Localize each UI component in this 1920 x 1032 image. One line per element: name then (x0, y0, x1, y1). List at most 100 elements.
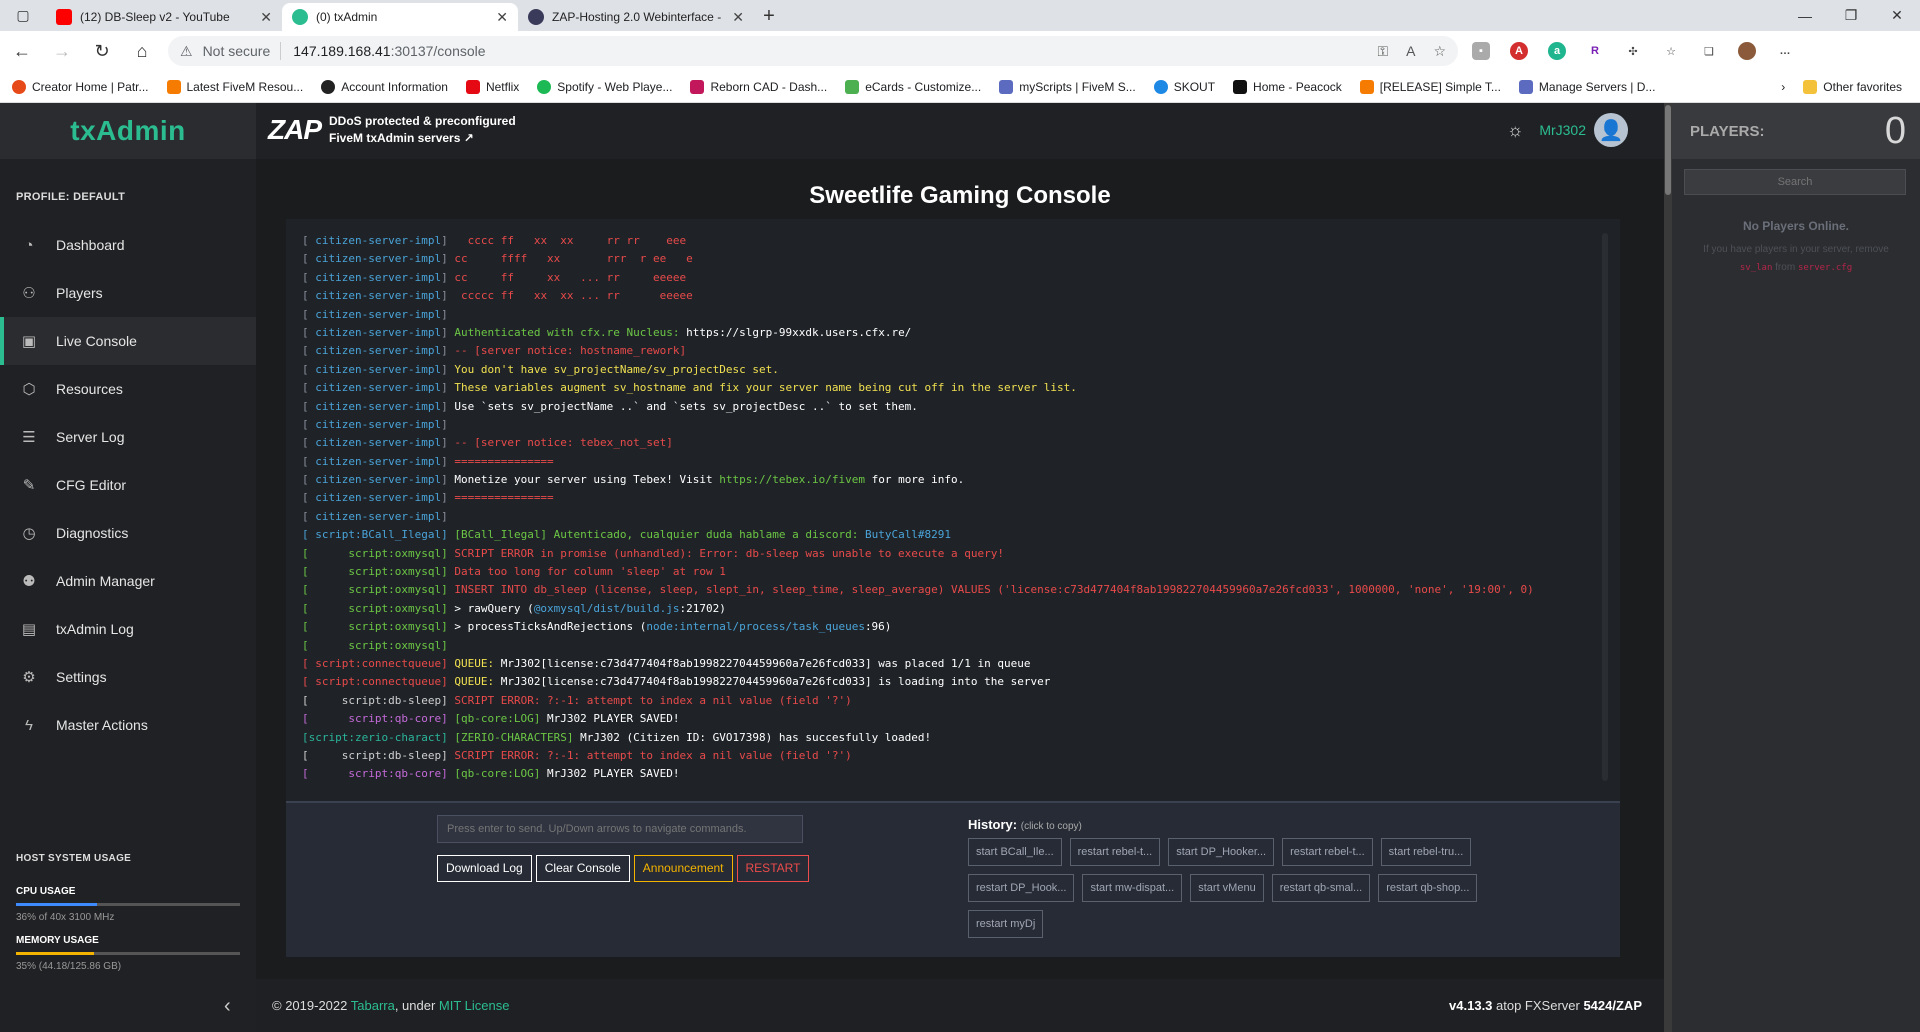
close-tab-icon[interactable]: ✕ (260, 9, 272, 26)
minimize-icon[interactable]: — (1782, 0, 1828, 31)
sidebar-item-txadmin-log[interactable]: ▤ txAdmin Log (0, 605, 256, 653)
author-link[interactable]: Tabarra (351, 998, 395, 1013)
zap-icon (528, 9, 544, 25)
sidebar-item-server-log[interactable]: ☰ Server Log (0, 413, 256, 461)
console-segment: script:qb-core (348, 712, 442, 726)
back-icon[interactable]: ← (4, 35, 40, 67)
txadmin-logo[interactable]: txAdmin (0, 103, 256, 159)
sidebar-item-dashboard[interactable]: ◔ Dashboard (0, 221, 256, 269)
close-tab-icon[interactable]: ✕ (732, 9, 744, 26)
collapse-sidebar-icon[interactable]: ‹ (224, 995, 231, 1018)
history-item[interactable]: start mw-dispat... (1082, 874, 1183, 902)
bookmark[interactable]: Manage Servers | D... (1518, 79, 1655, 94)
extension-r-icon[interactable]: R (1586, 42, 1604, 60)
other-favorites[interactable]: Other favorites (1803, 79, 1902, 94)
sidebar-item-cfg-editor[interactable]: ✎ CFG Editor (0, 461, 256, 509)
favorites-icon[interactable]: ☆ (1662, 42, 1680, 60)
reload-icon[interactable]: ↻ (84, 35, 120, 67)
restart-button[interactable]: RESTART (736, 855, 810, 882)
history-item[interactable]: start DP_Hooker... (1168, 838, 1275, 866)
key-icon[interactable]: ⚿ (1377, 43, 1388, 60)
tab-zap-hosting[interactable]: ZAP-Hosting 2.0 Webinterface - ✕ (518, 3, 754, 31)
sidebar-item-admin-manager[interactable]: ⚉ Admin Manager (0, 557, 256, 605)
console-segment: citizen-server-impl (315, 252, 442, 266)
players-count: 0 (1884, 109, 1906, 152)
url-input[interactable]: ⚠ Not secure 147.189.168.41 :30137/conso… (168, 36, 1458, 66)
close-tab-icon[interactable]: ✕ (496, 9, 508, 26)
tab-actions-icon[interactable]: ▢ (0, 0, 46, 31)
download-log-button[interactable]: Download Log (437, 855, 532, 882)
console-segment: [ (302, 417, 316, 431)
sidebar-item-diagnostics[interactable]: ◷ Diagnostics (0, 509, 256, 557)
console-segment: citizen-server-impl (315, 473, 442, 487)
sidebar-item-resources[interactable]: ⬡ Resources (0, 365, 256, 413)
bookmark[interactable]: Creator Home | Patr... (12, 79, 149, 94)
console-segment: citizen-server-impl (315, 325, 442, 339)
extension-icon[interactable]: ▪ (1472, 42, 1490, 60)
sidebar-item-master-actions[interactable]: ϟ Master Actions (0, 701, 256, 749)
history-item[interactable]: start rebel-tru... (1380, 838, 1472, 866)
profile-avatar-icon[interactable] (1738, 42, 1756, 60)
bookmark[interactable]: myScripts | FiveM S... (999, 79, 1136, 94)
more-icon[interactable]: … (1776, 42, 1794, 60)
bookmark[interactable]: Netflix (465, 79, 519, 94)
console-line: [ citizen-server-impl] cccc ff xx xx rr … (302, 232, 1592, 250)
extensions-puzzle-icon[interactable]: ✣ (1624, 42, 1642, 60)
home-icon[interactable]: ⌂ (124, 35, 160, 67)
tab-txadmin[interactable]: (0) txAdmin ✕ (282, 3, 518, 31)
restore-icon[interactable]: ❐ (1828, 0, 1874, 31)
log-icon: ▤ (21, 621, 37, 638)
bookmark[interactable]: Home - Peacock (1233, 79, 1342, 94)
collections-icon[interactable]: ❏ (1700, 42, 1718, 60)
scrollbar-thumb[interactable] (1665, 105, 1671, 195)
console-segment: [ (302, 344, 316, 358)
avatar[interactable]: 👤 (1594, 113, 1628, 147)
sidebar-item-players[interactable]: ⚇ Players (0, 269, 256, 317)
username[interactable]: MrJ302 (1539, 122, 1586, 138)
tab-youtube[interactable]: (12) DB-Sleep v2 - YouTube ✕ (46, 3, 282, 31)
chevron-right-icon[interactable]: › (1781, 80, 1785, 94)
console-segment: ] (441, 546, 455, 560)
extension-a-icon[interactable]: a (1548, 42, 1566, 60)
console-segment: MrJ302[license:c73d477404f8ab19982270445… (500, 656, 1031, 670)
console-scrollbar[interactable] (1602, 233, 1608, 781)
adblock-icon[interactable]: A (1510, 42, 1528, 60)
command-input[interactable] (437, 815, 803, 843)
cpu-usage-fill (16, 903, 97, 906)
announcement-button[interactable]: Announcement (633, 855, 733, 882)
console-segment: MrJ302 (Citizen ID: GVO17398) has succes… (580, 730, 932, 744)
player-search-input[interactable] (1684, 169, 1906, 195)
bookmark[interactable]: SKOUT (1153, 79, 1215, 94)
history-item[interactable]: restart qb-shop... (1378, 874, 1478, 902)
clear-console-button[interactable]: Clear Console (535, 855, 630, 882)
history-item[interactable]: restart myDj (968, 910, 1044, 938)
bookmark[interactable]: [RELEASE] Simple T... (1359, 79, 1501, 94)
console-segment: citizen-server-impl (315, 234, 442, 247)
sidebar-item-live-console[interactable]: ▣ Live Console (0, 317, 256, 365)
bookmark[interactable]: Account Information (321, 79, 448, 94)
console-segment: ] (441, 583, 455, 597)
close-window-icon[interactable]: ✕ (1874, 0, 1920, 31)
console-output[interactable]: [ citizen-server-impl] cccc ff xx xx rr … (286, 219, 1620, 801)
history-item[interactable]: restart rebel-t... (1069, 838, 1161, 866)
read-aloud-icon[interactable]: A (1406, 43, 1415, 60)
bookmark[interactable]: Reborn CAD - Dash... (690, 79, 827, 94)
sidebar-item-settings[interactable]: ⚙ Settings (0, 653, 256, 701)
license-link[interactable]: MIT License (439, 998, 510, 1013)
page-scrollbar[interactable] (1664, 103, 1672, 1032)
console-segment: [ (302, 270, 316, 284)
console-segment: cccc ff xx xx rr rr eee (467, 234, 687, 247)
history-item[interactable]: restart DP_Hook... (968, 874, 1075, 902)
bookmark[interactable]: Latest FiveM Resou... (166, 79, 303, 94)
history-item[interactable]: start BCall_Ile... (968, 838, 1062, 866)
history-item[interactable]: restart qb-smal... (1271, 874, 1371, 902)
bookmark[interactable]: Spotify - Web Playe... (537, 79, 672, 94)
favorite-star-icon[interactable]: ☆ (1433, 43, 1446, 60)
history-item[interactable]: restart rebel-t... (1282, 838, 1373, 866)
zap-banner[interactable]: ZAP DDoS protected & preconfigured FiveM… (268, 113, 516, 147)
history-item[interactable]: start vMenu (1190, 874, 1264, 902)
theme-toggle-icon[interactable]: ☼ (1507, 120, 1524, 141)
bookmark[interactable]: eCards - Customize... (845, 79, 981, 94)
new-tab-button[interactable]: + (754, 3, 784, 31)
forward-icon[interactable]: → (44, 35, 80, 67)
